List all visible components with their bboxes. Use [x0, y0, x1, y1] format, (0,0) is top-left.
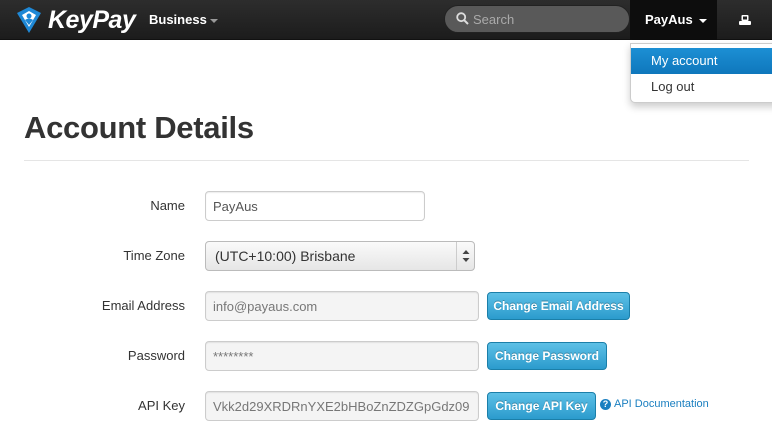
- menu-item-log-out[interactable]: Log out: [631, 74, 772, 100]
- search-box[interactable]: [444, 5, 630, 33]
- help-icon: ?: [600, 398, 611, 410]
- keypay-logo-icon: [17, 7, 41, 33]
- profile-button[interactable]: [717, 0, 772, 40]
- title-divider: [24, 160, 749, 161]
- name-field[interactable]: [205, 191, 425, 221]
- timezone-label: Time Zone: [123, 248, 185, 263]
- user-dropdown-menu: My account Log out: [630, 43, 772, 103]
- change-email-button[interactable]: Change Email Address: [487, 292, 630, 320]
- api-documentation-label: API Documentation: [614, 398, 709, 410]
- page-title: Account Details: [24, 110, 254, 145]
- timezone-select[interactable]: (UTC+10:00) Brisbane: [205, 241, 475, 271]
- api-key-label: API Key: [138, 398, 185, 413]
- search-icon: [456, 12, 469, 25]
- chevron-down-icon: [209, 18, 218, 23]
- api-key-field: [205, 391, 479, 421]
- select-arrows-icon: [456, 242, 474, 270]
- name-label: Name: [150, 198, 185, 213]
- password-field: [205, 341, 479, 371]
- top-navbar: KeyPay Business PayAus: [0, 0, 772, 40]
- menu-item-label: My account: [651, 53, 718, 68]
- user-menu[interactable]: PayAus: [630, 0, 717, 40]
- search-input[interactable]: [473, 6, 623, 32]
- brand[interactable]: KeyPay: [14, 3, 136, 37]
- api-documentation-link[interactable]: ? API Documentation: [600, 398, 709, 410]
- timezone-selected-value: (UTC+10:00) Brisbane: [215, 248, 356, 264]
- brand-name: KeyPay: [48, 5, 136, 34]
- email-field: [205, 291, 479, 321]
- password-label: Password: [127, 348, 185, 363]
- user-profile-icon: [738, 15, 751, 25]
- business-menu[interactable]: Business: [149, 0, 218, 40]
- user-menu-label: PayAus: [645, 12, 693, 27]
- change-password-button[interactable]: Change Password: [487, 342, 607, 370]
- menu-item-my-account[interactable]: My account: [631, 48, 772, 74]
- change-api-key-button[interactable]: Change API Key: [487, 392, 596, 420]
- menu-item-label: Log out: [651, 79, 695, 94]
- business-menu-label: Business: [149, 12, 207, 27]
- email-label: Email Address: [101, 298, 185, 313]
- chevron-down-icon: [698, 18, 707, 23]
